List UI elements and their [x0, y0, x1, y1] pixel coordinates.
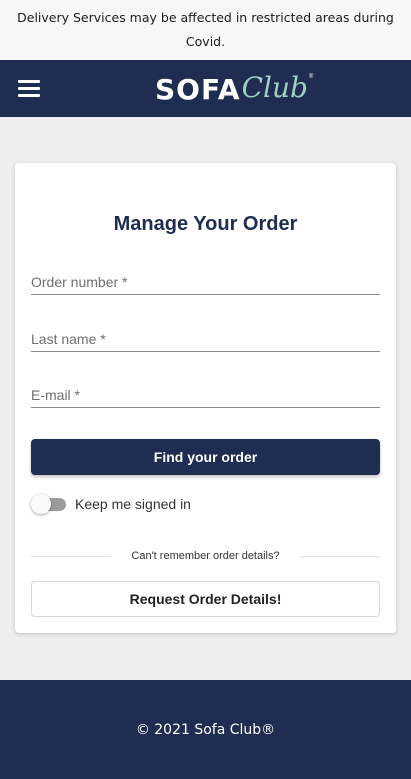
request-order-details-button[interactable]: Request Order Details!: [31, 581, 380, 617]
toggle-thumb: [31, 494, 51, 514]
divider-line-right: [299, 555, 381, 557]
divider-text: Can't remember order details?: [131, 550, 280, 562]
email-field: [31, 376, 380, 408]
order-number-input[interactable]: [31, 263, 380, 294]
footer: © 2021 Sofa Club®: [0, 680, 411, 779]
email-input[interactable]: [31, 376, 380, 407]
logo-word-sofa: SOFA: [155, 72, 241, 106]
last-name-input[interactable]: [31, 320, 380, 351]
keep-signed-in-row: Keep me signed in: [31, 493, 191, 515]
manage-order-card: Manage Your Order Find your order Keep m…: [15, 163, 396, 633]
divider-line-left: [31, 555, 112, 557]
logo-registered-mark: ®: [308, 74, 314, 80]
divider: Can't remember order details?: [31, 549, 381, 563]
keep-signed-in-label[interactable]: Keep me signed in: [75, 496, 191, 512]
order-number-field: [31, 263, 380, 295]
page-title: Manage Your Order: [113, 213, 298, 235]
covid-notice-text: Delivery Services may be affected in res…: [17, 10, 394, 49]
covid-notice-banner: Delivery Services may be affected in res…: [0, 0, 411, 60]
copyright-text: © 2021 Sofa Club®: [135, 721, 276, 738]
top-navbar: SOFA Club ®: [0, 60, 411, 117]
logo-word-club: Club: [241, 70, 308, 104]
sofa-club-logo[interactable]: SOFA Club ®: [155, 68, 313, 110]
keep-signed-in-toggle[interactable]: [31, 494, 67, 514]
hamburger-menu-icon[interactable]: [18, 80, 40, 97]
last-name-field: [31, 320, 380, 352]
find-order-button[interactable]: Find your order: [31, 439, 380, 475]
